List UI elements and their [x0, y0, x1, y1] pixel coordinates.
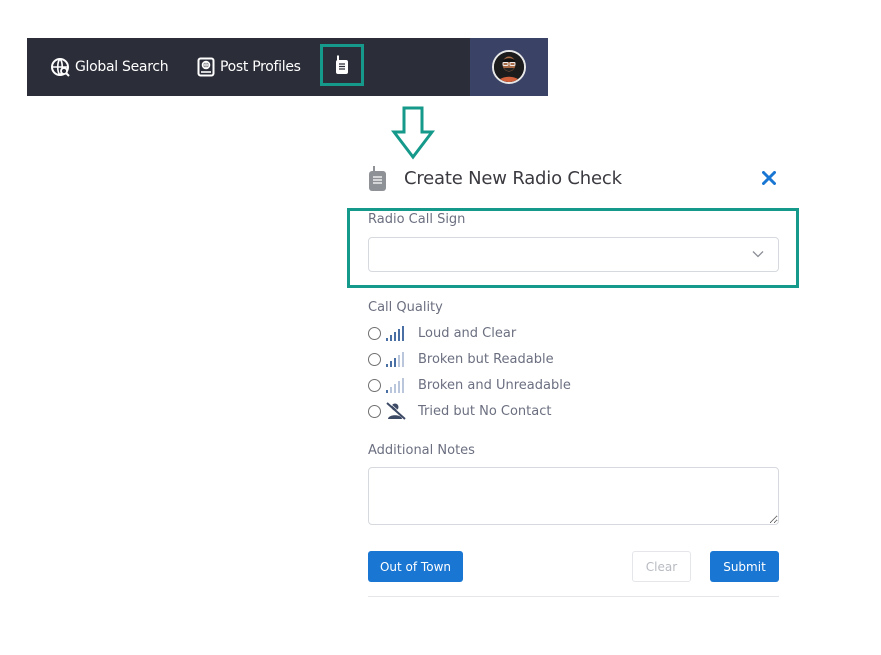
- signal-full-icon: [385, 324, 407, 342]
- nav-post-profiles-label: Post Profiles: [220, 59, 301, 75]
- close-icon: [762, 171, 776, 185]
- radio-label-broken-readable: Broken but Readable: [418, 351, 554, 367]
- no-contact-icon: [385, 402, 407, 420]
- out-of-town-button[interactable]: Out of Town: [368, 551, 463, 582]
- call-quality-option-broken-readable[interactable]: Broken but Readable: [368, 349, 554, 369]
- call-sign-select[interactable]: [368, 237, 779, 272]
- modal-title: Create New Radio Check: [404, 168, 622, 189]
- clear-button[interactable]: Clear: [632, 551, 691, 582]
- walkie-talkie-icon: [336, 55, 348, 74]
- globe-search-icon: [51, 58, 70, 77]
- user-avatar-icon: [494, 52, 524, 82]
- call-quality-option-no-contact[interactable]: Tried but No Contact: [368, 401, 551, 421]
- signal-medium-icon: [385, 350, 407, 368]
- radio-broken-unreadable[interactable]: [368, 378, 381, 392]
- footer-divider: [368, 596, 779, 597]
- avatar-panel: [470, 38, 548, 96]
- nav-post-profiles[interactable]: Post Profiles: [197, 38, 301, 96]
- down-arrow-icon: [391, 106, 435, 160]
- radio-icon: [369, 166, 386, 191]
- call-quality-option-loud-clear[interactable]: Loud and Clear: [368, 323, 516, 343]
- call-quality-option-broken-unreadable[interactable]: Broken and Unreadable: [368, 375, 571, 395]
- submit-button[interactable]: Submit: [710, 551, 779, 582]
- radio-label-broken-unreadable: Broken and Unreadable: [418, 377, 571, 393]
- radio-label-no-contact: Tried but No Contact: [418, 403, 552, 419]
- radio-no-contact[interactable]: [368, 404, 381, 418]
- close-button[interactable]: [758, 167, 780, 189]
- chevron-down-icon: [752, 251, 764, 258]
- profile-book-icon: [197, 57, 215, 77]
- call-quality-label: Call Quality: [368, 300, 443, 315]
- signal-low-icon: [385, 376, 407, 394]
- notes-label: Additional Notes: [368, 443, 475, 458]
- top-nav-bar: Global Search Post Profiles: [27, 38, 548, 96]
- radio-loud-clear[interactable]: [368, 326, 381, 340]
- call-sign-label: Radio Call Sign: [368, 212, 466, 227]
- modal-header: Create New Radio Check: [368, 166, 780, 194]
- avatar[interactable]: [492, 50, 526, 84]
- radio-broken-readable[interactable]: [368, 352, 381, 366]
- radio-label-loud-clear: Loud and Clear: [418, 325, 517, 341]
- notes-textarea[interactable]: [368, 467, 779, 525]
- nav-radio-check-button[interactable]: [320, 44, 364, 86]
- nav-global-search[interactable]: Global Search: [50, 38, 169, 96]
- nav-global-search-label: Global Search: [75, 59, 169, 75]
